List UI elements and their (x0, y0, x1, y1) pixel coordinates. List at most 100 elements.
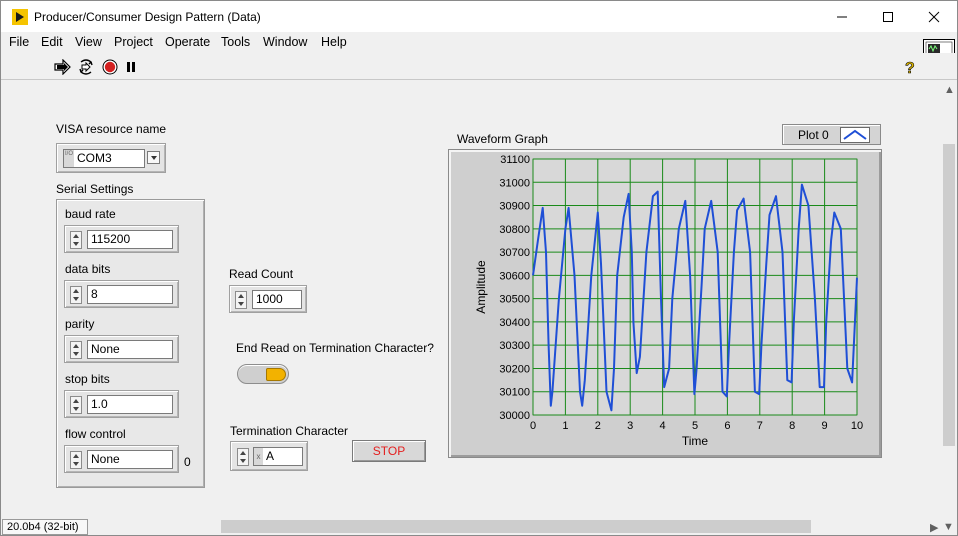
visa-value: COM3 (77, 151, 112, 165)
end-read-led (266, 368, 286, 381)
abort-execution-icon[interactable] (101, 58, 119, 76)
maximize-button[interactable] (865, 1, 911, 32)
menu-edit[interactable]: Edit (41, 35, 63, 49)
menu-bar: File Edit View Project Operate Tools Win… (1, 32, 957, 52)
x-tick-label: 6 (724, 420, 730, 432)
y-tick-label: 30100 (499, 387, 530, 399)
waveform-graph[interactable]: 0 1 2 3 4 5 6 7 8 9 10 30000 30100 30200 30300 30400 305… (448, 149, 882, 458)
read-count-spinner[interactable] (235, 291, 247, 309)
parity-spinner[interactable] (70, 341, 82, 359)
end-read-toggle[interactable] (237, 364, 289, 384)
termination-char-spinner[interactable] (237, 448, 249, 466)
y-tick-label: 30000 (499, 410, 530, 422)
y-tick-label: 30500 (499, 294, 530, 306)
menu-window[interactable]: Window (263, 35, 307, 49)
x-tick-label: 10 (851, 420, 863, 432)
y-tick-label: 31100 (500, 154, 530, 166)
data-bits-control[interactable]: 8 (64, 280, 179, 308)
menu-tools[interactable]: Tools (221, 35, 250, 49)
data-bits-spinner[interactable] (70, 286, 82, 304)
x-tick-label: 9 (822, 420, 828, 432)
baud-rate-control[interactable]: 115200 (64, 225, 179, 253)
stop-button[interactable]: STOP (352, 440, 426, 462)
front-panel: VISA resource name I/O COM3 Serial Setti… (1, 81, 941, 518)
parity-control[interactable]: None (64, 335, 179, 363)
flow-control-index: 0 (184, 455, 191, 469)
y-tick-label: 30200 (499, 363, 530, 375)
stop-bits-label: stop bits (65, 372, 110, 386)
termination-char-radix: x (254, 448, 263, 465)
legend-plot-name: Plot 0 (798, 128, 829, 142)
scroll-right-icon[interactable]: ▶ (930, 521, 938, 534)
y-tick-label: 30600 (499, 270, 530, 282)
baud-rate-spinner[interactable] (70, 231, 82, 249)
x-tick-label: 7 (757, 420, 763, 432)
legend-line-icon (840, 127, 870, 143)
labview-window: Producer/Consumer Design Pattern (Data) … (0, 0, 958, 536)
termination-char-value: A (266, 449, 275, 463)
x-tick-label: 5 (692, 420, 698, 432)
x-tick-label: 1 (562, 420, 568, 432)
vertical-scrollbar[interactable]: ▲ (941, 81, 957, 518)
x-tick-label: 0 (530, 420, 536, 432)
stop-bits-value[interactable]: 1.0 (87, 395, 173, 414)
read-count-control[interactable]: 1000 (229, 285, 307, 313)
termination-char-field[interactable]: x A (253, 447, 303, 466)
close-button[interactable] (911, 1, 957, 32)
run-continuously-icon[interactable] (77, 58, 95, 76)
parity-label: parity (65, 317, 95, 331)
stop-bits-spinner[interactable] (70, 396, 82, 414)
x-tick-label: 2 (595, 420, 601, 432)
baud-rate-value[interactable]: 115200 (87, 230, 173, 249)
flow-control-control[interactable]: None (64, 445, 179, 473)
menu-project[interactable]: Project (114, 35, 153, 49)
x-axis-label: Time (682, 434, 709, 448)
scroll-down-icon[interactable]: ▼ (943, 521, 954, 533)
visa-label: VISA resource name (56, 122, 167, 136)
menu-view[interactable]: View (75, 35, 102, 49)
plot-legend[interactable]: Plot 0 (782, 124, 881, 145)
title-bar: Producer/Consumer Design Pattern (Data) (1, 1, 957, 32)
pause-icon[interactable] (122, 58, 140, 76)
stop-bits-control[interactable]: 1.0 (64, 390, 179, 418)
data-bits-value[interactable]: 8 (87, 285, 173, 304)
labview-app-icon (12, 9, 28, 25)
serial-settings-label: Serial Settings (56, 182, 134, 196)
window-title: Producer/Consumer Design Pattern (Data) (34, 10, 261, 24)
horizontal-scroll-thumb[interactable] (221, 520, 811, 533)
menu-help[interactable]: Help (321, 35, 347, 49)
visa-resource-control[interactable]: I/O COM3 (56, 143, 166, 173)
end-read-label: End Read on Termination Character? (236, 341, 434, 355)
graph-title: Waveform Graph (457, 132, 548, 146)
menu-file[interactable]: File (9, 35, 29, 49)
run-arrow-icon[interactable] (54, 58, 72, 76)
y-tick-label: 30800 (499, 224, 530, 236)
horizontal-scrollbar[interactable] (89, 518, 941, 535)
version-label: 20.0b4 (32-bit) (2, 519, 88, 535)
vertical-scroll-thumb[interactable] (943, 144, 955, 446)
menu-operate[interactable]: Operate (165, 35, 210, 49)
flow-control-value[interactable]: None (87, 450, 173, 469)
read-count-value[interactable]: 1000 (252, 290, 302, 309)
y-tick-label: 30900 (499, 201, 530, 213)
scroll-up-icon[interactable]: ▲ (944, 84, 955, 96)
toolbar: ? (1, 53, 957, 80)
flow-control-label: flow control (65, 427, 126, 441)
minimize-button[interactable] (819, 1, 865, 32)
x-tick-label: 3 (627, 420, 633, 432)
context-help-icon[interactable]: ? (901, 58, 919, 76)
flow-control-spinner[interactable] (70, 451, 82, 469)
visa-field[interactable]: I/O COM3 (63, 149, 145, 168)
y-tick-label: 30700 (499, 247, 530, 259)
parity-value[interactable]: None (87, 340, 173, 359)
y-tick-label: 30300 (499, 340, 530, 352)
y-axis-label: Amplitude (474, 260, 488, 314)
data-bits-label: data bits (65, 262, 111, 276)
x-tick-label: 8 (789, 420, 795, 432)
baud-rate-label: baud rate (65, 207, 116, 221)
read-count-label: Read Count (229, 267, 294, 281)
y-tick-label: 30400 (499, 317, 530, 329)
visa-dropdown-icon[interactable] (147, 151, 160, 164)
termination-char-control[interactable]: x A (230, 441, 308, 471)
svg-text:?: ? (905, 60, 915, 75)
